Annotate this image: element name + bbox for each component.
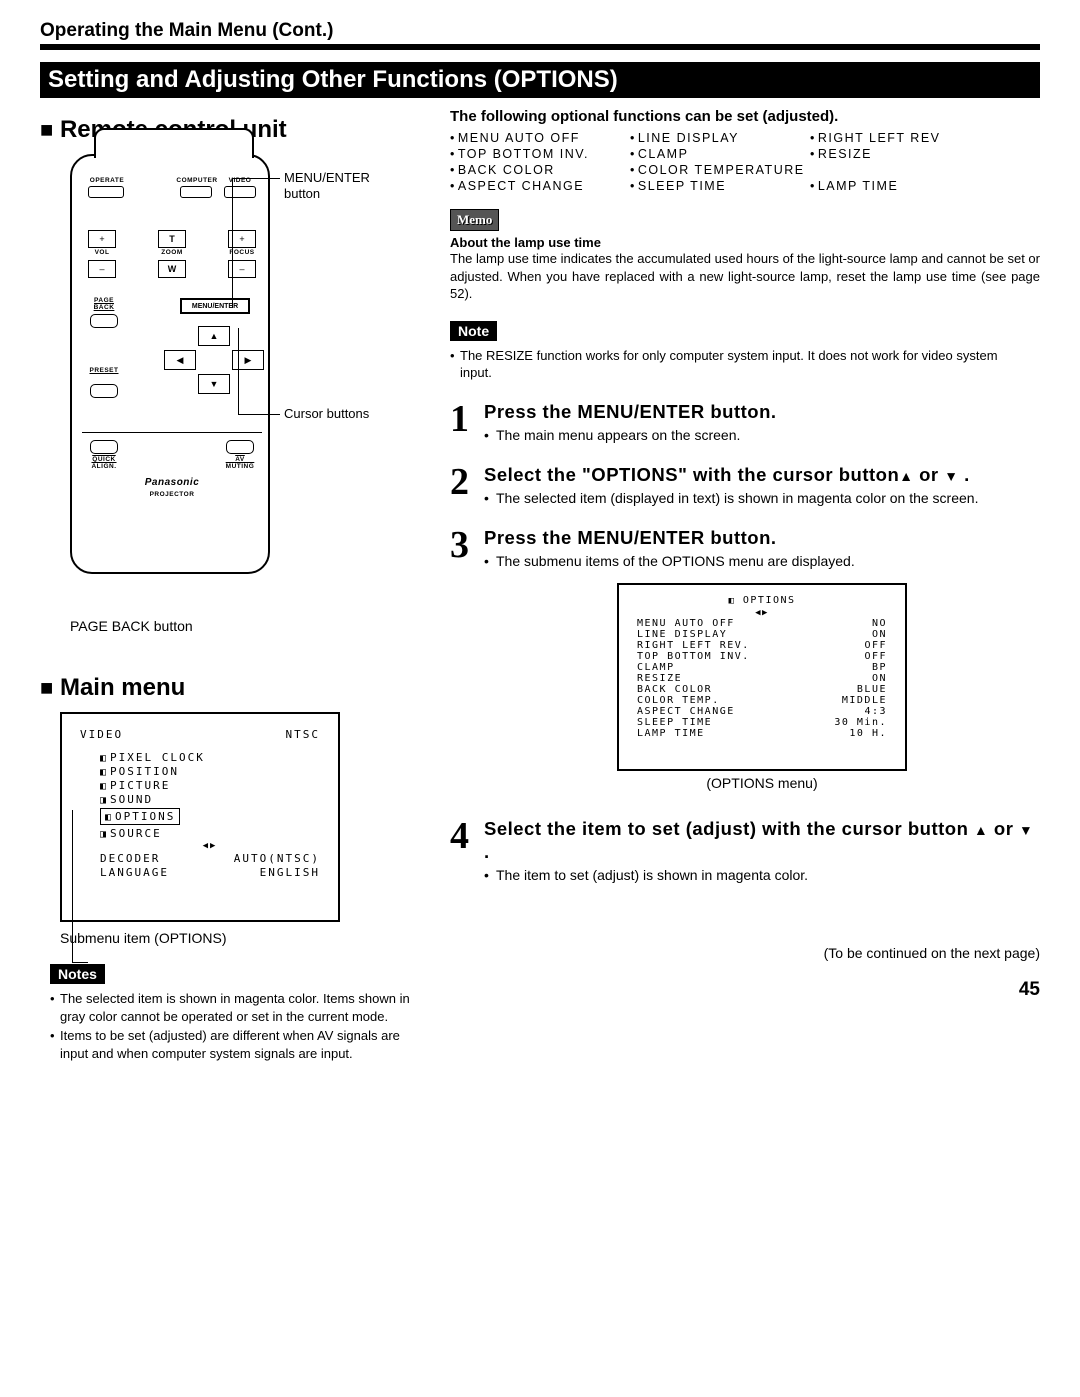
page-back-callout: PAGE BACK button (70, 618, 420, 634)
memo-body: The lamp use time indicates the accumula… (450, 250, 1040, 303)
submenu-caption: Submenu item (OPTIONS) (60, 930, 420, 946)
memo-badge: Memo (450, 209, 499, 231)
menu-enter-callout: MENU/ENTER button (284, 170, 380, 201)
memo-title: About the lamp use time (450, 235, 1040, 250)
note-list: The RESIZE function works for only compu… (450, 347, 1010, 382)
menu-enter-button: MENU/ENTER (180, 298, 250, 314)
triangle-down-icon (944, 464, 958, 485)
vol-plus: + (88, 230, 116, 248)
options-menu-box: ◧ OPTIONS ◀▶ MENU AUTO OFFNO LINE DISPLA… (617, 583, 907, 771)
main-menu-box: VIDEO NTSC ◧PIXEL CLOCK ◧POSITION ◧PICTU… (60, 712, 340, 922)
cursor-callout: Cursor buttons (284, 406, 369, 421)
step-2: 2 Select the "OPTIONS" with the cursor b… (450, 463, 1040, 508)
square-bullet-icon: ■ (40, 117, 53, 142)
operate-label: OPERATE (82, 178, 132, 185)
notes-badge: Notes (50, 964, 105, 984)
vol-minus: – (88, 260, 116, 278)
section-band: Setting and Adjusting Other Functions (O… (40, 62, 1040, 98)
triangle-up-icon (974, 818, 988, 839)
triangle-up-icon (899, 464, 913, 485)
page-number: 45 (450, 979, 1040, 1001)
right-column: The following optional functions can be … (450, 108, 1040, 1064)
triangle-down-icon (1019, 818, 1033, 839)
note-badge: Note (450, 321, 497, 341)
computer-label: COMPUTER (172, 178, 222, 185)
functions-grid: MENU AUTO OFFLINE DISPLAYRIGHT LEFT REV … (450, 131, 1040, 193)
step-3: 3 Press the MENU/ENTER button. The subme… (450, 526, 1040, 799)
options-caption: (OPTIONS menu) (484, 775, 1040, 791)
functions-intro: The following optional functions can be … (450, 108, 1040, 125)
step-4: 4 Select the item to set (adjust) with t… (450, 817, 1040, 885)
notes-list: The selected item is shown in magenta co… (50, 990, 420, 1062)
square-bullet-icon: ■ (40, 675, 53, 700)
main-menu-heading: ■ Main menu (40, 674, 420, 702)
step-1: 1 Press the MENU/ENTER button. The main … (450, 400, 1040, 445)
continued-note: (To be continued on the next page) (450, 945, 1040, 961)
remote-diagram: OPERATE COMPUTER VIDEO + VOL – T ZOOM W … (40, 154, 380, 614)
page-header: Operating the Main Menu (Cont.) (40, 20, 1040, 50)
left-column: ■ Remote control unit OPERATE COMPUTER V… (40, 108, 420, 1064)
